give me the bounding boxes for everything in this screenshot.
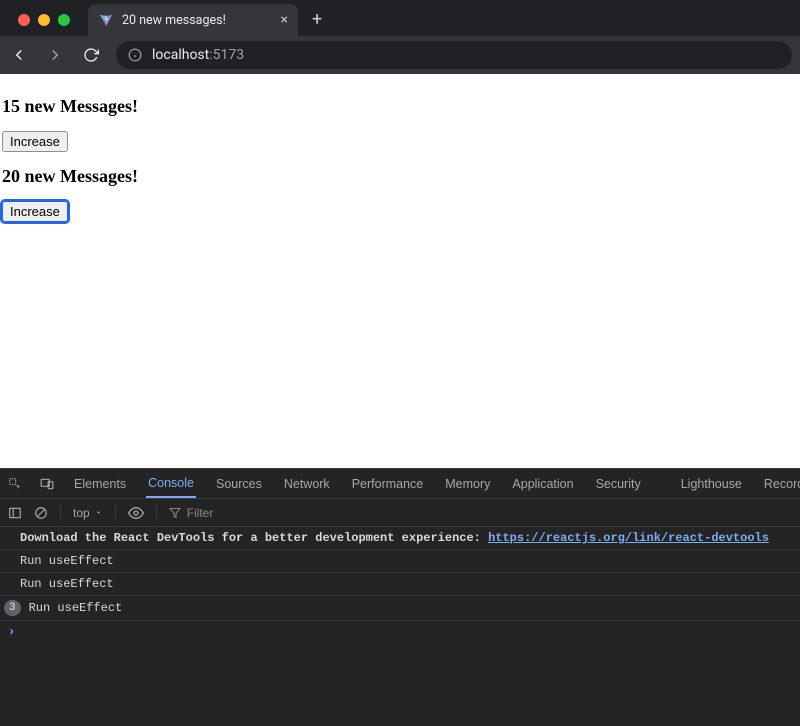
vite-favicon-icon [98,12,114,28]
back-button[interactable] [8,44,30,66]
window-close-button[interactable] [18,14,30,26]
console-output: Download the React DevTools for a better… [0,527,800,726]
clear-console-icon[interactable] [34,506,48,520]
browser-tab[interactable]: 20 new messages! × [88,4,298,36]
log-row[interactable]: Download the React DevTools for a better… [0,527,800,550]
context-label: top [73,506,90,520]
url-text: localhost:5173 [152,47,244,63]
devtools-panel: Elements Console Sources Network Perform… [0,468,800,726]
messages-heading-2: 20 new Messages! [2,166,798,187]
log-text: Run useEffect [29,601,123,615]
reload-button[interactable] [80,44,102,66]
url-host: localhost [152,47,209,63]
log-text: Run useEffect [20,554,114,568]
messages-heading-1: 15 new Messages! [2,96,798,117]
tab-close-icon[interactable]: × [281,13,288,27]
console-toolbar: top Filter [0,499,800,527]
live-expression-icon[interactable] [128,505,144,521]
console-sidebar-toggle-icon[interactable] [8,506,22,520]
context-selector[interactable]: top [73,506,103,520]
log-count-badge: 3 [4,600,21,616]
increase-button-1[interactable]: Increase [2,131,68,152]
tab-title: 20 new messages! [122,13,273,28]
address-bar[interactable]: localhost:5173 [116,41,792,69]
filter-icon [169,507,181,519]
log-row[interactable]: Run useEffect [0,550,800,573]
tab-memory[interactable]: Memory [443,469,492,498]
console-prompt[interactable]: › [0,621,800,643]
tab-performance[interactable]: Performance [350,469,426,498]
devtools-tabs: Elements Console Sources Network Perform… [0,469,800,499]
url-port: :5173 [209,47,244,63]
window-maximize-button[interactable] [58,14,70,26]
tab-sources[interactable]: Sources [214,469,264,498]
log-text: Download the React DevTools for a better… [20,531,488,545]
prompt-chevron-icon: › [8,625,15,639]
tab-console[interactable]: Console [146,469,196,498]
log-text: Run useEffect [20,577,114,591]
tab-recorder[interactable]: Record [762,469,800,498]
tab-elements[interactable]: Elements [72,469,128,498]
log-link[interactable]: https://reactjs.org/link/react-devtools [488,531,769,545]
increase-button-2[interactable]: Increase [2,201,68,222]
console-filter[interactable]: Filter [169,506,214,520]
forward-button[interactable] [44,44,66,66]
tab-application[interactable]: Application [510,469,575,498]
device-toolbar-icon[interactable] [40,477,54,491]
new-tab-button[interactable]: + [298,9,336,36]
tab-network[interactable]: Network [282,469,332,498]
inspect-element-icon[interactable] [8,477,22,491]
site-info-icon[interactable] [128,48,142,62]
browser-toolbar: localhost:5173 [0,36,800,74]
filter-placeholder: Filter [187,506,214,520]
traffic-lights [10,14,78,36]
window-minimize-button[interactable] [38,14,50,26]
window-titlebar: 20 new messages! × + [0,0,800,36]
chevron-down-icon [94,508,103,517]
tab-security[interactable]: Security [594,469,643,498]
page-content: 15 new Messages! Increase 20 new Message… [0,74,800,468]
tab-lighthouse[interactable]: Lighthouse [679,469,744,498]
log-row[interactable]: 3 Run useEffect [0,596,800,621]
log-row[interactable]: Run useEffect [0,573,800,596]
